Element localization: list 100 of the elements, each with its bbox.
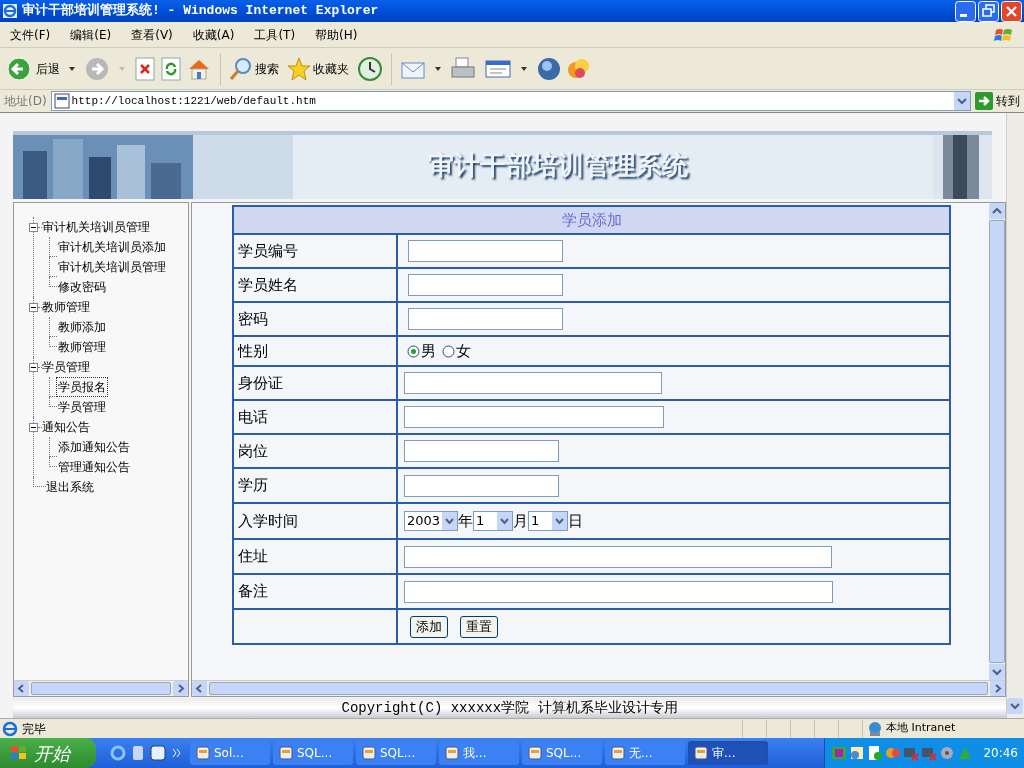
tray-icon[interactable]	[867, 745, 884, 761]
caret-icon[interactable]	[520, 65, 528, 72]
restore-icon[interactable]	[978, 0, 999, 22]
messenger-icon[interactable]	[536, 55, 562, 82]
collapse-icon[interactable]	[29, 422, 38, 432]
printer-icon[interactable]	[450, 56, 476, 81]
dropdown[interactable]: 2003	[404, 511, 458, 531]
scroll-right-icon[interactable]	[173, 681, 188, 696]
dropdown[interactable]: 1	[528, 511, 568, 531]
form-button[interactable]: 添加	[410, 615, 448, 638]
menu-item[interactable]: 查看(V)	[125, 25, 179, 44]
tree-item[interactable]: 学员管理	[57, 398, 107, 416]
collapse-icon[interactable]	[29, 222, 38, 232]
tray-icon[interactable]	[903, 745, 920, 761]
browser-icon[interactable]	[110, 745, 126, 761]
scroll-left-icon[interactable]	[14, 681, 29, 696]
tree-item[interactable]: 审计机关培训员添加	[57, 238, 167, 256]
scroll-up-icon[interactable]	[989, 203, 1005, 219]
input-field[interactable]	[408, 308, 563, 330]
status-text: 完毕	[22, 720, 46, 738]
taskbar-button[interactable]: SQL...	[356, 741, 436, 765]
menu-item[interactable]: 编辑(E)	[64, 25, 118, 44]
scroll-down-icon[interactable]	[1007, 698, 1023, 714]
tree-item[interactable]: 学员报名	[57, 378, 107, 396]
caret-icon	[118, 65, 126, 72]
taskbar-button[interactable]: 审...	[688, 741, 768, 765]
app-icon	[611, 746, 625, 760]
scroll-thumb[interactable]	[31, 682, 171, 695]
network-icon	[867, 720, 883, 737]
scroll-right-icon[interactable]	[990, 681, 1005, 696]
address-field[interactable]: http://localhost:1221/web/default.htm	[50, 91, 971, 111]
scroll-left-icon[interactable]	[192, 681, 207, 696]
taskbar-button[interactable]: 无...	[605, 741, 685, 765]
tree-item[interactable]: 审计机关培训员管理	[57, 258, 167, 276]
scrollbar[interactable]	[192, 680, 1005, 696]
minimize-icon[interactable]	[955, 0, 976, 22]
tree-item[interactable]: 修改密码	[57, 278, 107, 296]
tray-icon[interactable]	[921, 745, 938, 761]
scroll-thumb[interactable]	[209, 682, 988, 695]
speaker-icon[interactable]	[939, 745, 956, 761]
scrollbar[interactable]	[1006, 113, 1024, 718]
dropdown[interactable]: 1	[473, 511, 513, 531]
tree-item[interactable]: 审计机关培训员管理	[42, 218, 150, 236]
scroll-down-icon[interactable]	[989, 664, 1005, 680]
form-button[interactable]: 重置	[460, 615, 498, 638]
tree-item[interactable]: 学员管理	[42, 358, 90, 376]
tree-item[interactable]: 管理通知公告	[57, 458, 131, 476]
taskbar-button[interactable]: SQL...	[273, 741, 353, 765]
copyright-text: Copyright(C) xxxxxx学院 计算机系毕业设计专用	[341, 698, 678, 718]
field-label: 学员姓名	[233, 268, 397, 302]
refresh-icon[interactable]	[160, 56, 182, 81]
favorites-button[interactable]: 收藏夹	[287, 56, 349, 81]
menu-item[interactable]: 文件(F)	[4, 25, 57, 44]
menu-item[interactable]: 工具(T)	[248, 25, 302, 44]
tree-item[interactable]: 退出系统	[46, 478, 94, 496]
chevron-icon[interactable]	[172, 748, 182, 758]
taskbar-button[interactable]: 我...	[439, 741, 519, 765]
tree-item[interactable]: 教师管理	[57, 338, 107, 356]
input-field[interactable]	[404, 580, 833, 603]
start-button[interactable]: 开始	[0, 738, 96, 768]
radio-option[interactable]: 男	[407, 339, 436, 363]
back-button[interactable]: 后退	[6, 55, 60, 82]
tree-item[interactable]: 通知公告	[42, 418, 90, 436]
close-icon[interactable]	[1001, 0, 1022, 22]
radio-option[interactable]: 女	[442, 339, 471, 363]
tray-icon[interactable]	[831, 745, 848, 761]
app-icon	[196, 746, 210, 760]
input-field[interactable]	[404, 474, 559, 497]
collapse-icon[interactable]	[29, 302, 38, 312]
address-label: 地址(D)	[4, 93, 47, 110]
field-label: 住址	[233, 539, 397, 574]
taskbar-button[interactable]: Sol...	[190, 741, 270, 765]
tree-item[interactable]: 添加通知公告	[57, 438, 131, 456]
go-button[interactable]: 转到	[975, 92, 1020, 110]
history-icon[interactable]	[357, 55, 383, 82]
input-field[interactable]	[404, 545, 832, 568]
form-title: 学员添加	[233, 206, 950, 234]
computer-icon[interactable]	[132, 745, 144, 761]
collapse-icon[interactable]	[29, 362, 38, 372]
edit-icon[interactable]	[484, 57, 512, 80]
input-field[interactable]	[408, 274, 563, 296]
menu-item[interactable]: 收藏(A)	[186, 25, 241, 44]
zone-text: 本地 Intranet	[886, 720, 956, 737]
tray-icon[interactable]	[849, 745, 866, 761]
search-button[interactable]: 搜索	[229, 56, 279, 81]
input-field[interactable]	[408, 240, 563, 262]
scrollbar[interactable]	[14, 680, 188, 696]
stop-icon[interactable]	[134, 56, 156, 81]
caret-icon[interactable]	[68, 65, 76, 72]
caret-icon[interactable]	[434, 65, 442, 72]
input-field[interactable]	[404, 440, 559, 462]
app-icon[interactable]	[150, 745, 166, 761]
input-field[interactable]	[404, 372, 662, 394]
taskbar-button[interactable]: SQL...	[522, 741, 602, 765]
tree-item[interactable]: 教师添加	[57, 318, 107, 336]
menu-item[interactable]: 帮助(H)	[309, 25, 364, 44]
app-icon	[445, 746, 459, 760]
tree-item[interactable]: 教师管理	[42, 298, 90, 316]
input-field[interactable]	[404, 406, 664, 428]
tray-icon[interactable]	[885, 745, 902, 761]
